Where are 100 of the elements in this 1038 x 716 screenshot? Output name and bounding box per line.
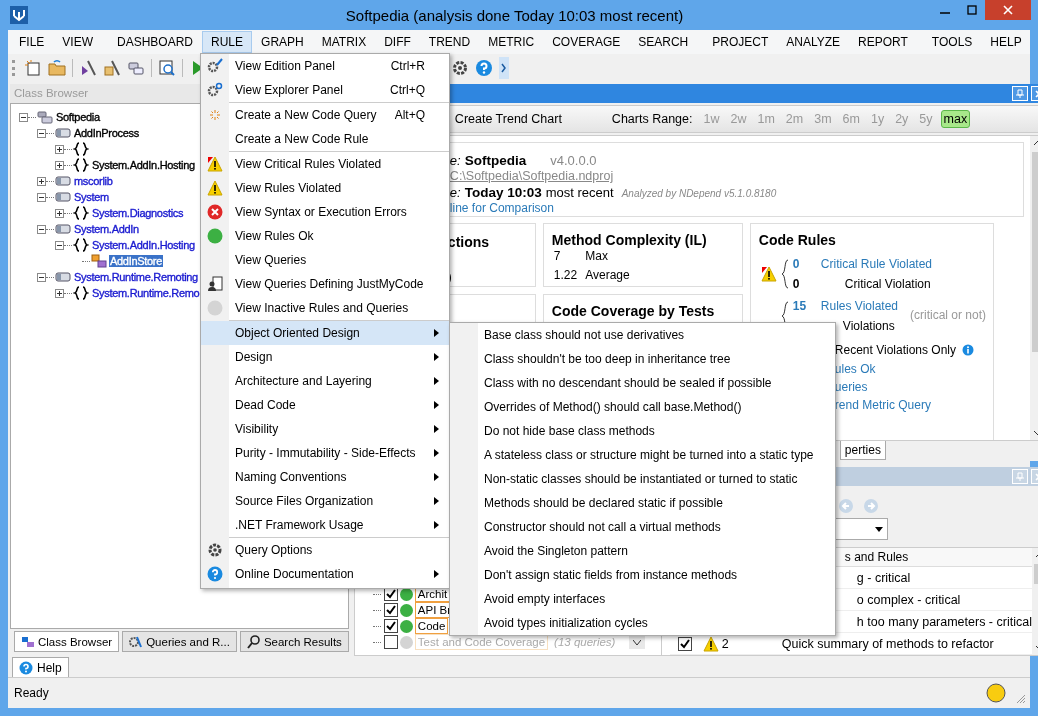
help-tab[interactable]: Help xyxy=(12,657,69,677)
tree-item[interactable]: System.Runtime.Remo xyxy=(91,287,201,299)
menu-item[interactable]: View Rules Ok xyxy=(201,224,449,248)
menu-item[interactable]: Source Files Organization xyxy=(201,489,449,513)
menu-item[interactable]: Design xyxy=(201,345,449,369)
close-button[interactable] xyxy=(985,0,1031,20)
expand-icon[interactable] xyxy=(55,288,64,298)
menu-item[interactable]: A stateless class or structure might be turned into a static type xyxy=(450,443,835,467)
checkbox[interactable] xyxy=(383,635,398,649)
menu-item[interactable]: Overrides of Method() should call base.Method() xyxy=(450,395,835,419)
menu-item[interactable]: Methods should be declared static if possible xyxy=(450,491,835,515)
expand-icon[interactable] xyxy=(37,176,46,186)
menu-item[interactable]: Query Options xyxy=(201,538,449,562)
tab[interactable]: Queries and R... xyxy=(122,631,237,652)
menu-item[interactable]: Purity - Immutability - Side-Effects xyxy=(201,441,449,465)
menu-item[interactable]: View Queries xyxy=(201,248,449,272)
rules-violated-link[interactable]: Rules Violated xyxy=(820,299,899,313)
create-trend-chart-button[interactable]: Create Trend Chart xyxy=(454,112,562,126)
checkbox[interactable] xyxy=(677,636,692,651)
menu-item[interactable]: Dead Code xyxy=(201,393,449,417)
expand-icon[interactable] xyxy=(55,160,64,170)
new-project-icon[interactable] xyxy=(24,59,42,77)
toolbar-grip[interactable] xyxy=(12,60,18,76)
menu-item[interactable]: SEARCH xyxy=(629,31,698,53)
menu-item[interactable]: Online Documentation xyxy=(201,562,449,586)
menu-item[interactable]: TOOLS xyxy=(922,31,982,53)
menu-item[interactable]: Visibility xyxy=(201,417,449,441)
tree-item[interactable]: System xyxy=(73,191,110,203)
trend-metric-link[interactable]: rend Metric Query xyxy=(834,398,931,412)
rules-ok-link[interactable]: ules Ok xyxy=(834,362,876,376)
search-icon[interactable] xyxy=(158,59,176,77)
tab[interactable]: perties xyxy=(839,441,886,460)
resize-grip-icon[interactable] xyxy=(1016,694,1026,704)
menu-item[interactable]: TREND xyxy=(419,31,480,53)
compare-icon[interactable] xyxy=(127,59,145,77)
tab[interactable]: Class Browser xyxy=(14,631,120,652)
menu-item[interactable]: View Inactive Rules and Queries xyxy=(201,296,449,320)
checkbox[interactable] xyxy=(383,619,398,633)
menu-item[interactable]: Base class should not use derivatives xyxy=(450,323,835,347)
tree-item[interactable]: System.Diagnostics xyxy=(91,207,185,219)
tab[interactable]: Search Results xyxy=(239,631,349,652)
tree-item[interactable]: Softpedia xyxy=(55,111,101,123)
menu-item[interactable]: View Edition Panel Ctrl+R xyxy=(201,54,449,78)
menu-item[interactable]: DASHBOARD xyxy=(108,31,203,53)
expand-icon[interactable] xyxy=(55,208,64,218)
menu-item[interactable]: Class with no descendant should be sealed if possible xyxy=(450,371,835,395)
help-icon[interactable] xyxy=(475,59,493,77)
collapse-icon[interactable] xyxy=(55,240,64,250)
column-header[interactable]: s and Rules xyxy=(844,550,909,564)
menu-item[interactable]: COVERAGE xyxy=(543,31,630,53)
baseline-link[interactable]: line for Comparison xyxy=(449,201,554,215)
tree-item[interactable]: System.AddIn.Hosting xyxy=(91,159,196,171)
menu-item[interactable]: Create a New Code Query Alt+Q xyxy=(201,103,449,127)
checkbox[interactable] xyxy=(383,603,398,617)
menu-item[interactable]: View Rules Violated xyxy=(201,176,449,200)
project-path[interactable]: C:\Softpedia\Softpedia.ndproj xyxy=(449,169,614,183)
menu-item[interactable]: .NET Framework Usage xyxy=(201,513,449,537)
critical-rules-link[interactable]: Critical Rule Violated xyxy=(820,257,933,271)
menu-item[interactable]: Naming Conventions xyxy=(201,465,449,489)
menu-item[interactable]: RULE xyxy=(202,31,253,53)
menu-item[interactable]: GRAPH xyxy=(252,31,313,53)
menu-item[interactable]: View Queries Defining JustMyCode xyxy=(201,272,449,296)
queries-link[interactable]: ueries xyxy=(834,380,868,394)
info-icon[interactable] xyxy=(962,344,975,356)
tree-item[interactable]: System.AddIn.Hosting xyxy=(91,239,196,251)
settings-icon[interactable] xyxy=(451,59,469,77)
menu-item[interactable]: Architecture and Layering xyxy=(201,369,449,393)
menu-item[interactable]: VIEW xyxy=(53,31,102,53)
collapse-icon[interactable] xyxy=(37,192,46,202)
menu-item[interactable]: METRIC xyxy=(479,31,544,53)
wand-icon[interactable] xyxy=(103,59,121,77)
pin-button[interactable] xyxy=(1011,86,1028,101)
menu-item[interactable]: PROJECT xyxy=(703,31,778,53)
tree-item[interactable]: AddInProcess xyxy=(73,127,140,139)
tree-item[interactable]: mscorlib xyxy=(73,175,114,187)
open-folder-icon[interactable] xyxy=(48,59,66,77)
menu-item[interactable]: Create a New Code Rule xyxy=(201,127,449,151)
menu-item[interactable]: View Critical Rules Violated xyxy=(201,152,449,176)
query-group[interactable]: Code xyxy=(414,618,449,634)
tree-item[interactable]: System.Runtime.Remoting xyxy=(73,271,199,283)
collapse-icon[interactable] xyxy=(37,272,46,282)
menu-item[interactable]: REPORT xyxy=(849,31,917,53)
menu-item[interactable]: MATRIX xyxy=(312,31,376,53)
menu-item[interactable]: HELP xyxy=(981,31,1031,53)
menu-item[interactable]: Class shouldn't be too deep in inheritance tree xyxy=(450,347,835,371)
expand-icon[interactable] xyxy=(55,144,64,154)
menu-item[interactable]: DIFF xyxy=(375,31,420,53)
collapse-icon[interactable] xyxy=(37,224,46,234)
menu-item[interactable]: Do not hide base class methods xyxy=(450,419,835,443)
menu-item[interactable]: Object Oriented Design xyxy=(201,321,449,345)
chevron-icon[interactable] xyxy=(499,57,509,79)
menu-item[interactable]: View Syntax or Execution Errors xyxy=(201,200,449,224)
range-option[interactable]: max xyxy=(940,110,971,128)
menu-item[interactable]: Non-static classes should be instantiated or turned to static xyxy=(450,467,835,491)
menu-item[interactable]: Constructor should not call a virtual methods xyxy=(450,515,835,539)
collapse-icon[interactable] xyxy=(19,112,28,122)
tree-item[interactable]: AddInStore xyxy=(109,255,164,267)
menu-item[interactable]: Don't assign static fields from instance methods xyxy=(450,563,835,587)
menu-item[interactable]: Avoid the Singleton pattern xyxy=(450,539,835,563)
tree-item[interactable]: System.AddIn xyxy=(73,223,140,235)
